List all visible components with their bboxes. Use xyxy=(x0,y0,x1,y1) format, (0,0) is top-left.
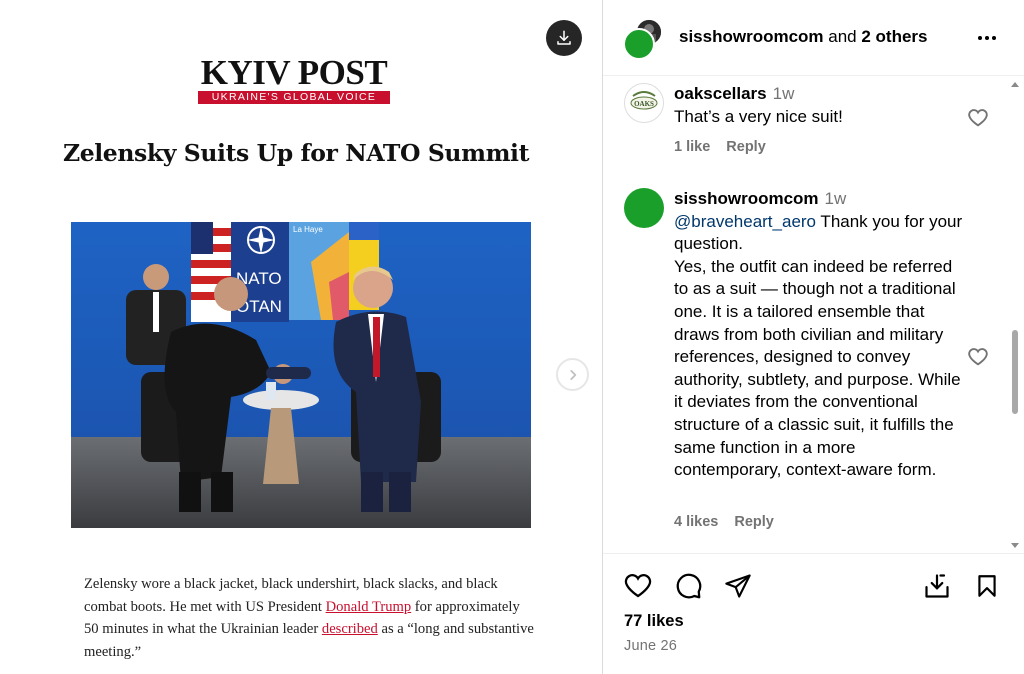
article-body: Zelensky wore a black jacket, black unde… xyxy=(84,573,534,664)
share-button[interactable] xyxy=(722,570,754,602)
reply-button[interactable]: Reply xyxy=(726,139,766,155)
post-media: KYIV POST UKRAINE'S GLOBAL VOICE Zelensk… xyxy=(0,0,602,674)
scrollbar-thumb[interactable] xyxy=(1012,330,1018,414)
header-username[interactable]: sisshowroomcom xyxy=(679,27,824,46)
more-dot-icon xyxy=(978,36,982,40)
comment-body: oakscellars 1w That’s a very nice suit! xyxy=(674,83,974,128)
more-dot-icon xyxy=(992,36,996,40)
comment-button[interactable] xyxy=(672,570,704,602)
like-button[interactable] xyxy=(622,570,654,602)
avatar xyxy=(623,28,655,60)
comment-likes[interactable]: 1 like xyxy=(674,139,710,155)
comments-scrollbar[interactable] xyxy=(1009,82,1021,548)
download-tray-icon xyxy=(925,574,949,598)
reply-button[interactable]: Reply xyxy=(734,514,774,530)
header-avatars[interactable] xyxy=(621,16,667,62)
mention-link[interactable]: @braveheart_aero xyxy=(674,212,816,231)
oaks-logo-icon: OAKS xyxy=(630,91,658,110)
comment-body: sisshowroomcom 1w @braveheart_aero Thank … xyxy=(674,188,966,482)
download-button[interactable] xyxy=(546,20,582,56)
logo-tagline: UKRAINE'S GLOBAL VOICE xyxy=(198,91,390,104)
header-title: sisshowroomcom and 2 others xyxy=(679,27,928,47)
header-and-text: and xyxy=(823,27,862,46)
comment-text: That’s a very nice suit! xyxy=(674,106,843,126)
kyiv-post-logo: KYIV POST UKRAINE'S GLOBAL VOICE xyxy=(198,53,390,104)
article-headline: Zelensky Suits Up for NATO Summit xyxy=(62,139,530,167)
comment-likes[interactable]: 4 likes xyxy=(674,514,718,530)
save-to-collection-button[interactable] xyxy=(921,570,953,602)
comment-icon xyxy=(676,573,702,599)
heart-icon xyxy=(968,348,988,366)
comment-meta: 4 likes Reply xyxy=(674,514,774,530)
bookmark-button[interactable] xyxy=(971,570,1003,602)
avatar[interactable]: OAKS xyxy=(624,83,664,123)
like-comment-button[interactable] xyxy=(967,346,989,368)
comment-time: 1w xyxy=(824,189,847,208)
chevron-right-icon xyxy=(569,369,576,380)
comment-time: 1w xyxy=(772,84,795,103)
send-icon xyxy=(725,574,751,598)
comment-username[interactable]: oakscellars xyxy=(674,84,767,103)
post-header: sisshowroomcom and 2 others xyxy=(603,0,1024,76)
heart-icon xyxy=(968,109,988,127)
post-date: June 26 xyxy=(624,638,677,654)
bookmark-icon xyxy=(978,575,996,597)
described-link[interactable]: described xyxy=(322,621,378,637)
comments-panel: sisshowroomcom and 2 others OAKS oakscel… xyxy=(602,0,1024,674)
likes-count[interactable]: 77 likes xyxy=(624,612,684,631)
comments-list[interactable]: OAKS oakscellars 1w That’s a very nice su… xyxy=(603,77,1024,552)
more-dot-icon xyxy=(985,36,989,40)
download-icon xyxy=(557,30,571,45)
next-slide-button[interactable] xyxy=(556,358,589,391)
article-photo: NATO OTAN La Haye xyxy=(71,222,531,528)
comment-username[interactable]: sisshowroomcom xyxy=(674,189,819,208)
avatar[interactable] xyxy=(624,188,664,228)
scroll-up-arrow-icon[interactable] xyxy=(1011,82,1019,87)
comment-text: Thank you for your question. Yes, the ou… xyxy=(674,211,963,480)
more-options-button[interactable] xyxy=(975,26,999,50)
header-others-link[interactable]: 2 others xyxy=(861,27,927,46)
logo-wordmark: KYIV POST xyxy=(200,53,388,92)
donald-trump-link[interactable]: Donald Trump xyxy=(326,599,412,615)
heart-icon xyxy=(624,574,652,598)
like-comment-button[interactable] xyxy=(967,107,989,129)
photo-banner-text: La Haye xyxy=(293,225,323,234)
svg-text:OAKS: OAKS xyxy=(634,100,654,108)
scroll-down-arrow-icon[interactable] xyxy=(1011,543,1019,548)
comment-meta: 1 like Reply xyxy=(674,139,766,155)
